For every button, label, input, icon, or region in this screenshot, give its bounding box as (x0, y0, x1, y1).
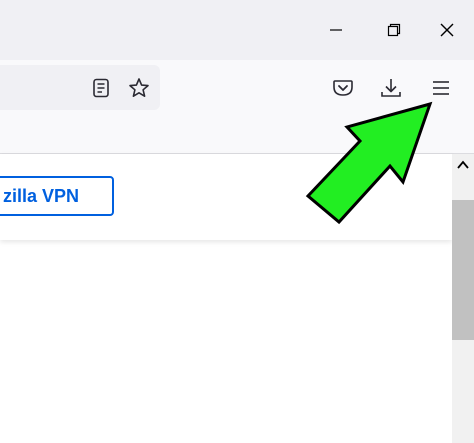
minimize-button[interactable] (318, 12, 354, 48)
bookmarks-toolbar (0, 115, 474, 154)
vpn-promo-banner: zilla VPN (0, 154, 452, 240)
page-content: zilla VPN (0, 154, 452, 443)
vertical-scrollbar[interactable] (452, 154, 474, 443)
restore-button[interactable] (376, 12, 412, 48)
title-bar (0, 0, 474, 60)
pocket-icon (333, 80, 353, 96)
close-icon (440, 23, 454, 37)
download-icon (381, 79, 401, 97)
hamburger-menu-icon (433, 81, 449, 95)
application-menu-button[interactable] (426, 73, 456, 103)
scroll-up-button[interactable] (452, 154, 474, 176)
restore-icon (387, 23, 401, 37)
scrollbar-thumb[interactable] (452, 200, 474, 340)
navigation-toolbar (0, 60, 474, 115)
pocket-button[interactable] (328, 73, 358, 103)
bookmark-star-button[interactable] (124, 73, 154, 103)
reader-view-button[interactable] (86, 73, 116, 103)
mozilla-vpn-button[interactable]: zilla VPN (0, 176, 114, 216)
reader-view-icon (93, 78, 109, 98)
chevron-up-icon (457, 160, 469, 169)
close-button[interactable] (429, 12, 465, 48)
minimize-icon (330, 29, 342, 31)
bookmark-star-icon (129, 78, 149, 97)
downloads-button[interactable] (376, 73, 406, 103)
